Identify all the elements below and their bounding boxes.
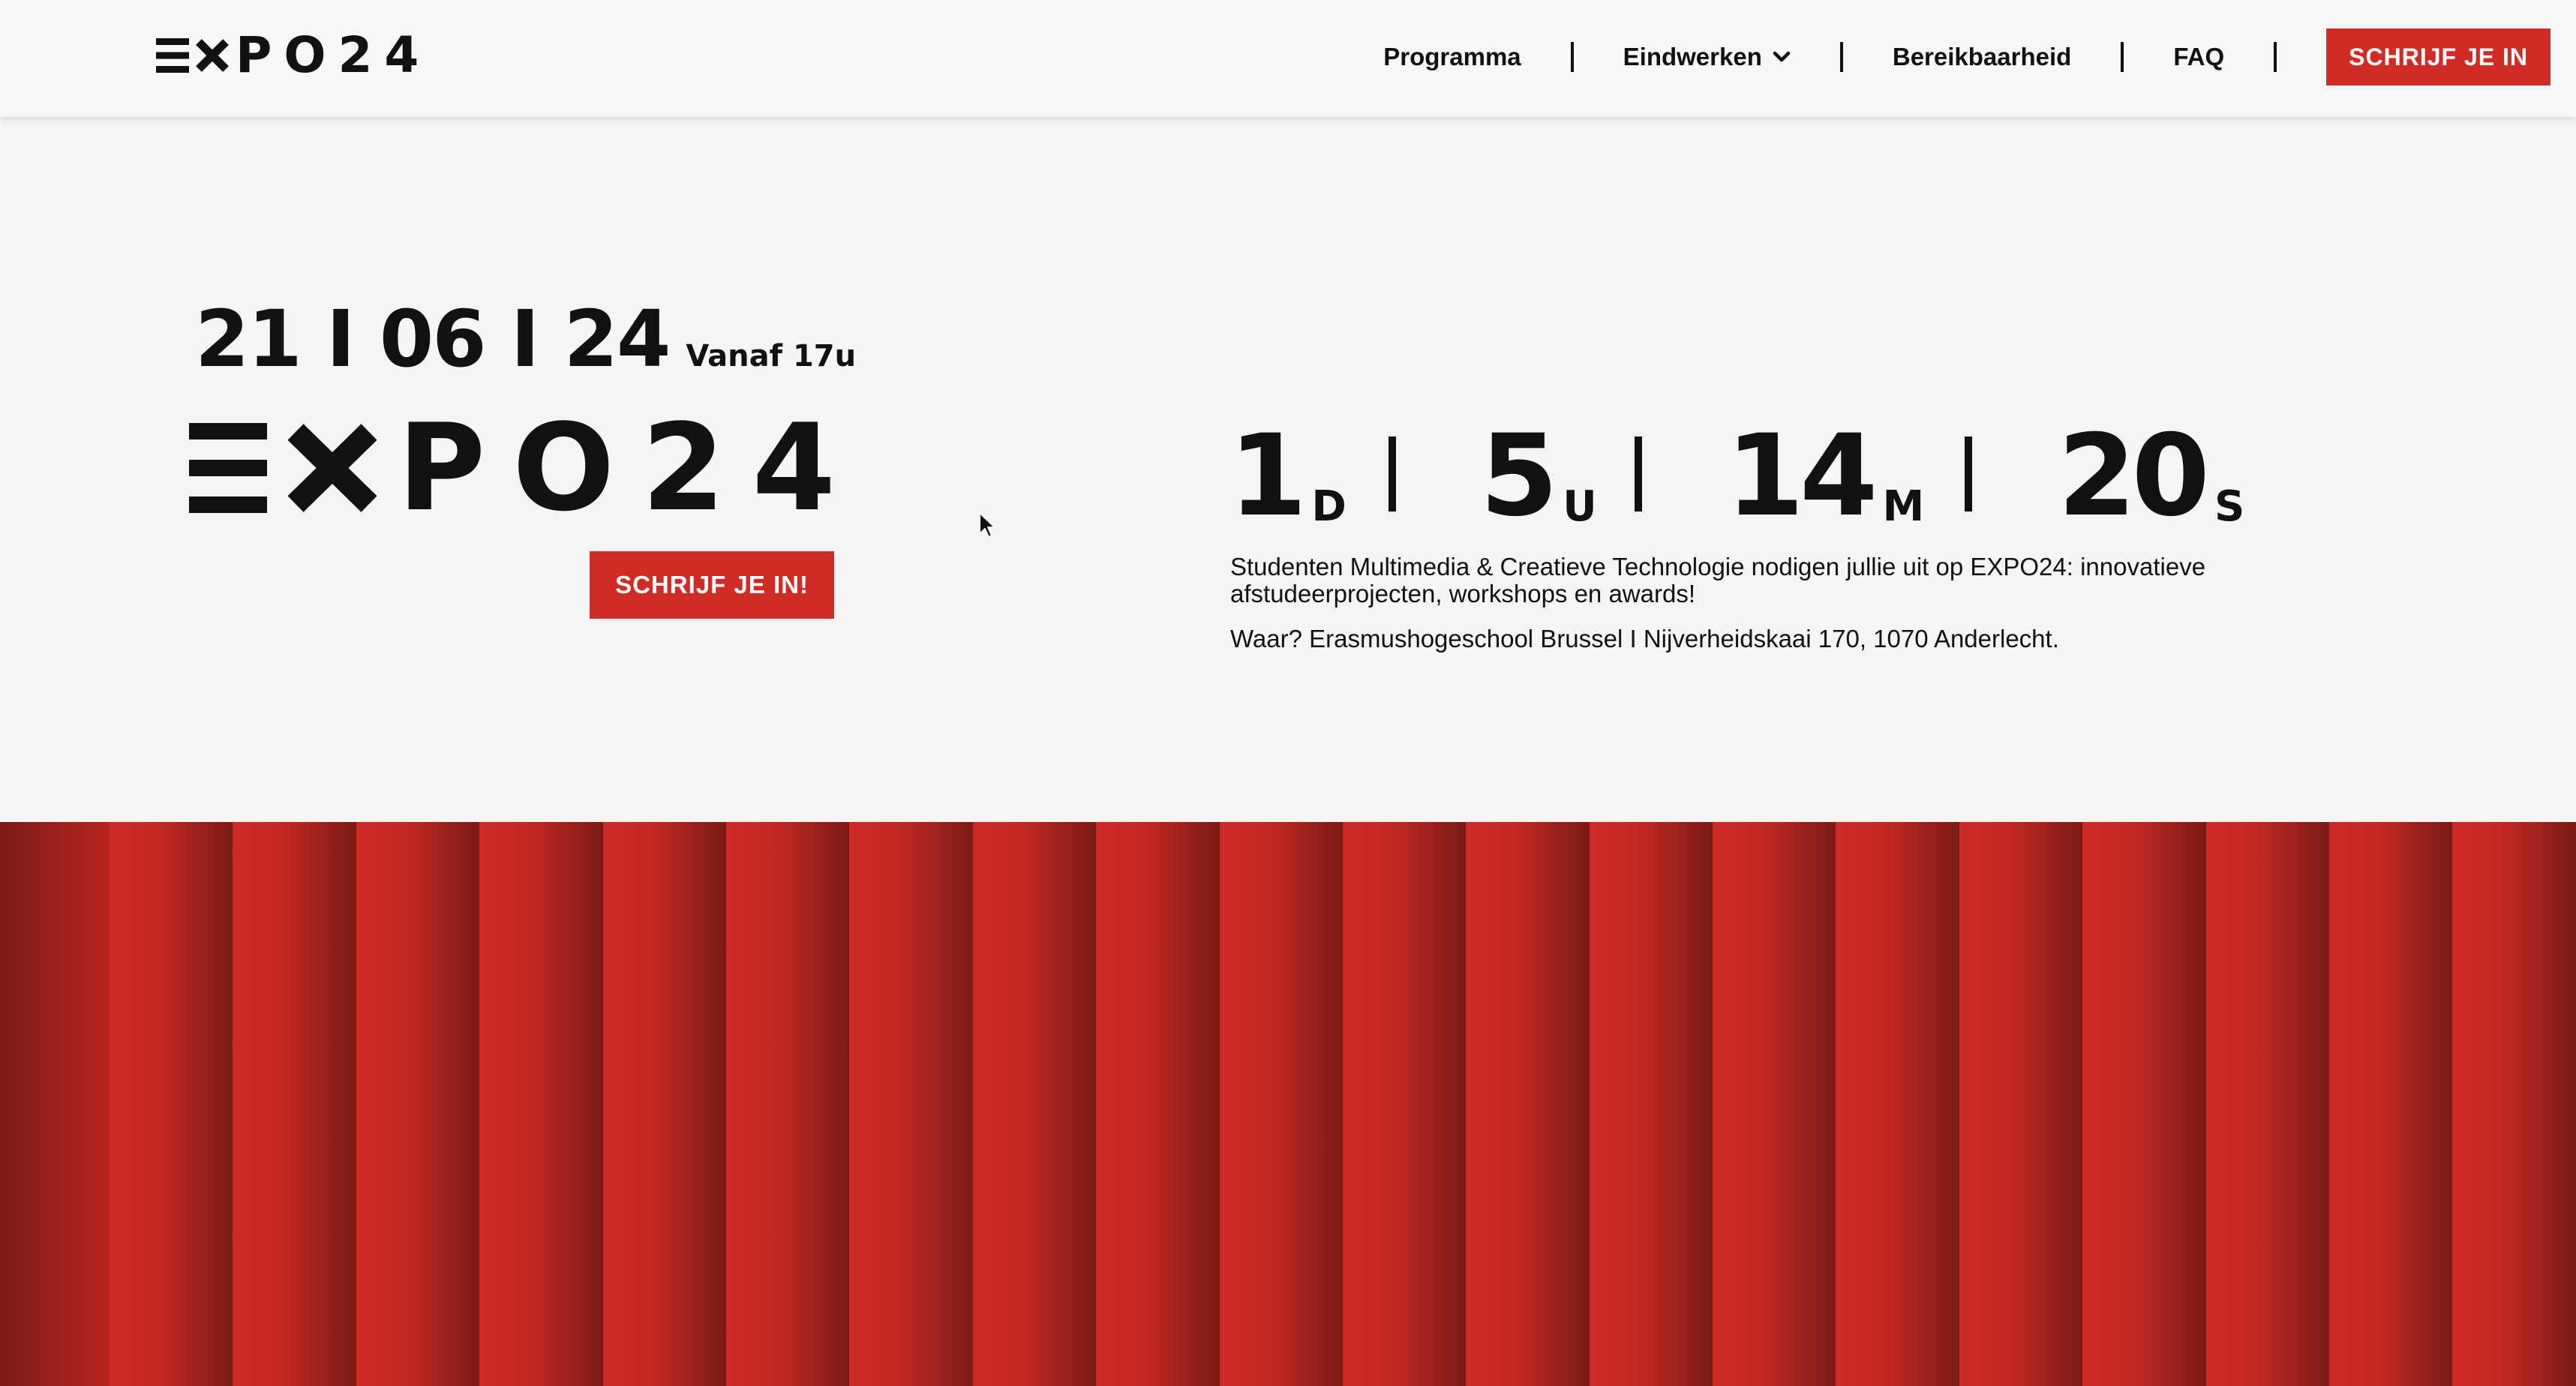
curtain-fold: [479, 822, 603, 1386]
countdown-minutes: 14 M: [1725, 411, 1924, 542]
logo-x-mark: [287, 424, 377, 512]
main-nav: Programma Eindwerken Bereikbaarheid FAQ …: [1383, 28, 2550, 86]
nav-divider: [1839, 42, 1843, 72]
event-date: 21 I 06 I 24: [195, 293, 671, 385]
event-description: Studenten Multimedia & Creatieve Technol…: [1230, 553, 2206, 608]
event-date-line: 21 I 06 I 24 Vanaf 17u: [195, 300, 856, 378]
curtain-fold: [356, 822, 480, 1386]
curtain-fold: [2329, 822, 2453, 1386]
hero-register-button[interactable]: SCHRIJF JE IN!: [590, 551, 834, 619]
countdown-hours-unit: U: [1563, 482, 1597, 531]
nav-divider: [2121, 42, 2124, 72]
countdown-minutes-value: 14: [1725, 411, 1878, 542]
curtain-fold: [110, 822, 233, 1386]
hero-logo: PO24: [189, 398, 863, 538]
logo-e-mark: [189, 423, 267, 513]
countdown-timer: 1 D 5 U 14 M 20 S: [1229, 411, 2244, 542]
countdown-divider: [1634, 436, 1642, 512]
header-register-button[interactable]: SCHRIJF JE IN: [2326, 28, 2550, 86]
curtain-fold: [849, 822, 973, 1386]
logo-x-mark: [196, 39, 229, 72]
countdown-seconds: 20 S: [2058, 411, 2244, 542]
curtain-fold: [972, 822, 1097, 1386]
nav-divider: [1570, 42, 1574, 72]
curtain-fold: [1836, 822, 1959, 1386]
curtain-fold: [2082, 822, 2206, 1386]
curtain-fold: [1959, 822, 2083, 1386]
curtain-fold: [1466, 822, 1590, 1386]
event-address: Waar? Erasmushogeschool Brussel I Nijver…: [1230, 625, 2059, 652]
nav-item-bereikbaarheid[interactable]: Bereikbaarheid: [1893, 43, 2071, 71]
curtain-fold: [725, 822, 850, 1386]
curtain-fold: [1096, 822, 1220, 1386]
countdown-divider: [1388, 436, 1396, 512]
mouse-cursor-icon: [979, 512, 995, 538]
curtain-fold: [1219, 822, 1343, 1386]
countdown-hours-value: 5: [1479, 411, 1558, 542]
curtain-fold: [233, 822, 356, 1386]
curtain-banner: [0, 822, 2576, 1386]
countdown-days: 1 D: [1229, 411, 1347, 542]
countdown-divider: [1965, 436, 1973, 512]
logo-e-mark: [156, 38, 189, 73]
countdown-days-value: 1: [1229, 411, 1307, 542]
nav-item-programma[interactable]: Programma: [1383, 43, 1521, 71]
curtain-fold: [1342, 822, 1467, 1386]
page: PO24 Programma Eindwerken Bereikbaarheid…: [0, 0, 2576, 1386]
header-logo[interactable]: PO24: [156, 26, 431, 84]
logo-letters: PO24: [398, 398, 863, 538]
nav-divider: [2274, 42, 2277, 72]
countdown-seconds-value: 20: [2058, 411, 2210, 542]
curtain-fold: [1589, 822, 1713, 1386]
chevron-down-icon: [1773, 51, 1791, 63]
countdown-days-unit: D: [1311, 482, 1347, 531]
nav-item-faq[interactable]: FAQ: [2173, 43, 2224, 71]
countdown-seconds-unit: S: [2214, 482, 2245, 531]
curtain-fold: [2205, 822, 2330, 1386]
nav-item-label: Eindwerken: [1623, 43, 1762, 70]
nav-item-eindwerken[interactable]: Eindwerken: [1623, 43, 1791, 71]
logo-letters: PO24: [236, 26, 431, 84]
curtain-fold: [1713, 822, 1836, 1386]
curtain-fold: [2452, 822, 2576, 1386]
site-header: PO24 Programma Eindwerken Bereikbaarheid…: [0, 0, 2576, 117]
curtain-fold: [602, 822, 726, 1386]
event-time: Vanaf 17u: [686, 339, 857, 374]
countdown-hours: 5 U: [1479, 411, 1597, 542]
countdown-minutes-unit: M: [1882, 482, 1925, 531]
curtain-fold: [0, 822, 110, 1386]
